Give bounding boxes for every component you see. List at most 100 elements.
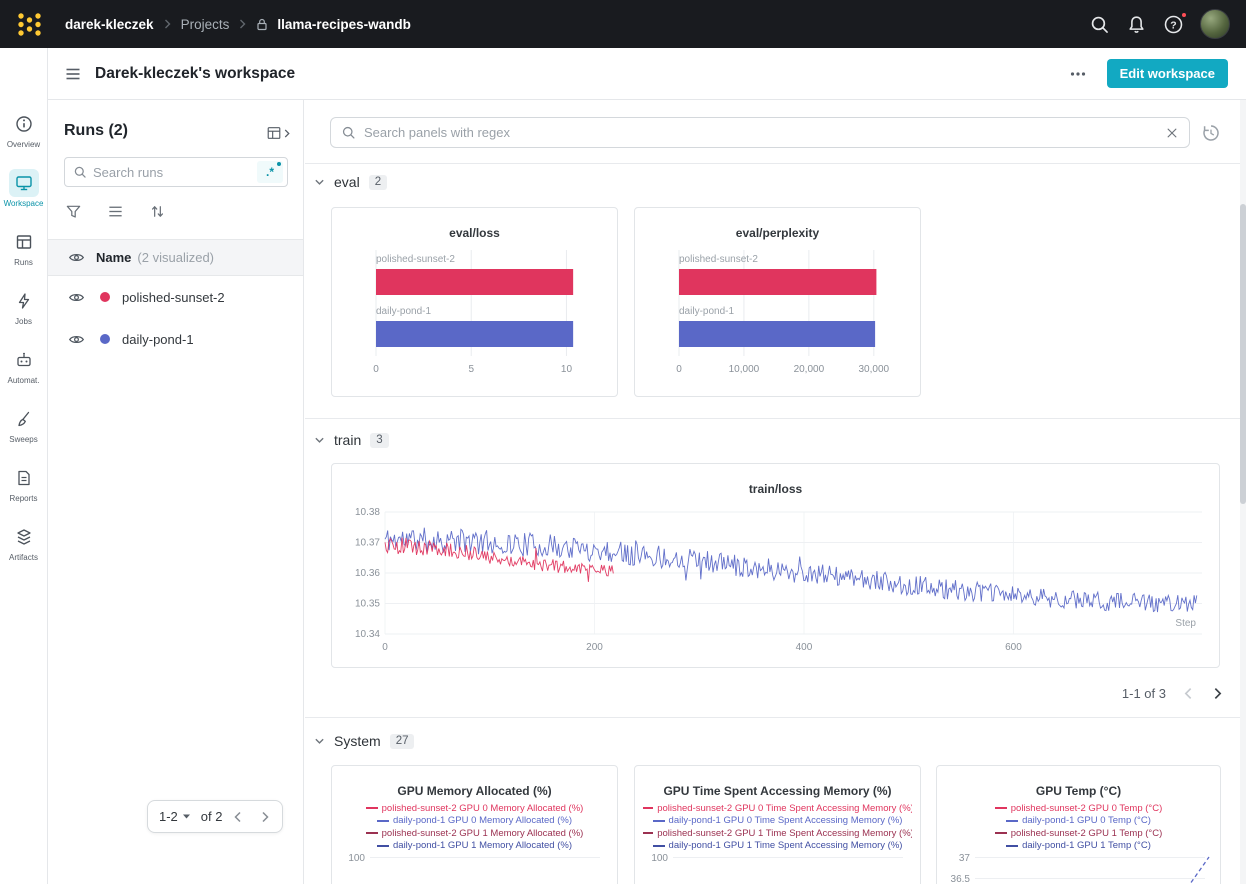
rail-item-runs[interactable]: Runs: [0, 228, 47, 267]
overflow-menu-icon[interactable]: [1069, 65, 1087, 83]
legend-label: polished-sunset-2 GPU 1 Time Spent Acces…: [657, 828, 912, 839]
svg-text:10: 10: [561, 364, 573, 375]
eye-icon[interactable]: [68, 331, 85, 348]
svg-text:0: 0: [382, 642, 388, 653]
chart-title: GPU Temp (°C): [937, 784, 1220, 798]
edit-workspace-button[interactable]: Edit workspace: [1107, 59, 1228, 88]
scrollbar-thumb[interactable]: [1240, 204, 1246, 504]
panel-search-box: [330, 117, 1190, 148]
gpu-time-chart: 100: [645, 850, 912, 884]
rail-item-automations[interactable]: Automat.: [0, 346, 47, 385]
runs-toolbar: [65, 203, 166, 220]
breadcrumb-project[interactable]: llama-recipes-wandb: [277, 17, 411, 32]
panel-gpu-memory[interactable]: GPU Memory Allocated (%) polished-sunset…: [331, 765, 618, 884]
search-icon: [341, 125, 356, 140]
section-count-badge: 27: [390, 734, 415, 749]
legend-dash-icon: [366, 807, 378, 809]
menu-icon[interactable]: [64, 65, 82, 83]
scrollbar-track[interactable]: [1240, 100, 1246, 884]
rail-item-label: Workspace: [4, 199, 44, 208]
expand-runs-table-button[interactable]: [266, 125, 291, 141]
section-header-train[interactable]: train 3: [314, 432, 389, 448]
history-icon[interactable]: [1201, 123, 1221, 143]
breadcrumb-user[interactable]: darek-kleczek: [65, 17, 154, 32]
sweeps-icon: [9, 405, 39, 433]
legend-item: polished-sunset-2 GPU 1 Memory Allocated…: [340, 827, 609, 840]
run-name[interactable]: daily-pond-1: [122, 332, 194, 347]
train-section-pagination: 1-1 of 3: [1122, 686, 1224, 701]
chevron-left-icon[interactable]: [232, 811, 244, 823]
rail-item-reports[interactable]: Reports: [0, 464, 47, 503]
section-count-badge: 2: [369, 175, 387, 190]
page-range-dropdown[interactable]: 1-2: [159, 809, 178, 824]
section-header-eval[interactable]: eval 2: [314, 174, 387, 190]
chevron-right-icon[interactable]: [259, 811, 271, 823]
chart-legend: polished-sunset-2 GPU 0 Temp (°C)daily-p…: [945, 802, 1212, 852]
regex-toggle-label: .*: [266, 165, 274, 179]
svg-text:10.36: 10.36: [355, 568, 380, 579]
breadcrumb: darek-kleczek Projects llama-recipes-wan…: [65, 17, 411, 32]
filter-icon[interactable]: [65, 203, 82, 220]
legend-dash-icon: [1006, 845, 1018, 847]
run-row[interactable]: daily-pond-1: [48, 318, 303, 360]
breadcrumb-projects[interactable]: Projects: [181, 17, 230, 32]
panel-train-loss[interactable]: train/loss 020040060010.3410.3510.3610.3…: [331, 463, 1220, 668]
panel-gpu-temp[interactable]: GPU Temp (°C) polished-sunset-2 GPU 0 Te…: [936, 765, 1221, 884]
wandb-logo[interactable]: [16, 11, 43, 38]
search-icon[interactable]: [1089, 14, 1110, 35]
svg-text:10,000: 10,000: [729, 364, 760, 375]
svg-text:0: 0: [676, 364, 682, 375]
legend-label: polished-sunset-2 GPU 0 Memory Allocated…: [382, 803, 584, 814]
legend-item: polished-sunset-2 GPU 0 Time Spent Acces…: [643, 802, 912, 815]
rail-item-label: Reports: [9, 494, 37, 503]
rail-item-jobs[interactable]: Jobs: [0, 287, 47, 326]
svg-text:polished-sunset-2: polished-sunset-2: [376, 254, 455, 265]
runs-search-input[interactable]: [93, 165, 257, 180]
notifications-bell-icon[interactable]: [1126, 14, 1147, 35]
panel-eval-loss[interactable]: eval/loss 0510polished-sunset-2daily-pon…: [331, 207, 618, 397]
help-icon[interactable]: ?: [1163, 14, 1184, 35]
chevron-right-icon: [283, 128, 291, 139]
rail-item-artifacts[interactable]: Artifacts: [0, 523, 47, 562]
rail-item-label: Runs: [14, 258, 33, 267]
panel-eval-perplexity[interactable]: eval/perplexity 010,00020,00030,000polis…: [634, 207, 921, 397]
chevron-right-icon[interactable]: [1211, 687, 1224, 700]
search-icon: [73, 165, 87, 179]
chevron-left-icon[interactable]: [1182, 687, 1195, 700]
artifacts-icon: [9, 523, 39, 551]
svg-text:10.37: 10.37: [355, 538, 380, 549]
regex-toggle-button[interactable]: .*: [257, 161, 283, 183]
table-icon: [9, 228, 39, 256]
legend-dash-icon: [377, 820, 389, 822]
chart-title: eval/perplexity: [635, 226, 920, 240]
legend-item: daily-pond-1 GPU 0 Memory Allocated (%): [340, 815, 609, 828]
eye-icon[interactable]: [68, 249, 85, 266]
panel-gpu-time[interactable]: GPU Time Spent Accessing Memory (%) poli…: [634, 765, 921, 884]
avatar[interactable]: [1200, 9, 1230, 39]
section-name: train: [334, 432, 361, 448]
svg-text:100: 100: [651, 853, 668, 864]
wandb-workspace-app: darek-kleczek Projects llama-recipes-wan…: [0, 0, 1246, 884]
section-header-system[interactable]: System 27: [314, 733, 414, 749]
rail-item-workspace[interactable]: Workspace: [0, 169, 47, 208]
rail-item-label: Sweeps: [9, 435, 37, 444]
section-divider: [305, 717, 1246, 718]
rail-item-overview[interactable]: Overview: [0, 110, 47, 149]
caret-down-icon[interactable]: [182, 812, 191, 821]
chart-title: eval/loss: [332, 226, 617, 240]
eye-icon[interactable]: [68, 289, 85, 306]
run-name[interactable]: polished-sunset-2: [122, 290, 225, 305]
panel-search-input[interactable]: [364, 125, 1165, 140]
svg-text:10.34: 10.34: [355, 629, 380, 640]
jobs-icon: [9, 287, 39, 315]
legend-item: daily-pond-1 GPU 0 Temp (°C): [945, 815, 1212, 828]
clear-search-icon[interactable]: [1165, 126, 1179, 140]
sort-icon[interactable]: [149, 203, 166, 220]
run-row[interactable]: polished-sunset-2: [48, 276, 303, 318]
rail-item-sweeps[interactable]: Sweeps: [0, 405, 47, 444]
group-icon[interactable]: [107, 203, 124, 220]
chevron-down-icon: [314, 435, 325, 446]
automations-icon: [9, 346, 39, 374]
legend-label: polished-sunset-2 GPU 0 Time Spent Acces…: [657, 803, 912, 814]
name-column-header[interactable]: Name: [96, 250, 131, 265]
